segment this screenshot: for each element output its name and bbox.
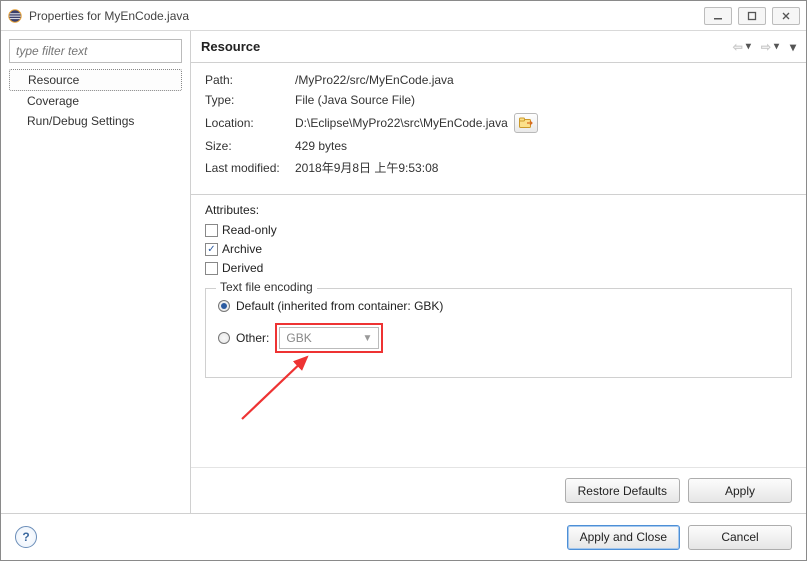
size-value: 429 bytes <box>295 139 347 153</box>
encoding-other-combo[interactable]: GBK ▼ <box>279 327 379 349</box>
show-in-system-explorer-button[interactable] <box>514 113 538 133</box>
back-menu-icon[interactable]: ▾ <box>746 41 751 52</box>
sidebar-item-coverage[interactable]: Coverage <box>9 91 182 111</box>
location-label: Location: <box>205 116 295 130</box>
back-icon[interactable]: ⇦ <box>733 40 743 54</box>
dialog-button-bar: ? Apply and Close Cancel <box>1 514 806 560</box>
attributes-heading: Attributes: <box>205 203 792 217</box>
encoding-default-label: Default (inherited from container: GBK) <box>236 299 443 313</box>
maximize-button[interactable] <box>738 7 766 25</box>
highlight-annotation: GBK ▼ <box>275 323 383 353</box>
view-menu-icon[interactable]: ▾ <box>790 40 796 54</box>
modified-label: Last modified: <box>205 161 295 175</box>
type-value: File (Java Source File) <box>295 93 415 107</box>
encoding-group: Text file encoding Default (inherited fr… <box>205 288 792 378</box>
restore-defaults-button[interactable]: Restore Defaults <box>565 478 680 503</box>
apply-button[interactable]: Apply <box>688 478 792 503</box>
category-tree: Resource Coverage Run/Debug Settings <box>9 69 182 131</box>
forward-icon[interactable]: ⇨ <box>761 40 771 54</box>
apply-and-close-button[interactable]: Apply and Close <box>567 525 680 550</box>
derived-checkbox[interactable] <box>205 262 218 275</box>
help-button[interactable]: ? <box>15 526 37 548</box>
location-value: D:\Eclipse\MyPro22\src\MyEnCode.java <box>295 116 508 130</box>
readonly-label: Read-only <box>222 223 277 237</box>
type-label: Type: <box>205 93 295 107</box>
path-value: /MyPro22/src/MyEnCode.java <box>295 73 454 87</box>
close-button[interactable] <box>772 7 800 25</box>
encoding-legend: Text file encoding <box>216 280 317 294</box>
archive-checkbox[interactable]: ✓ <box>205 243 218 256</box>
filter-input[interactable] <box>9 39 182 63</box>
cancel-button[interactable]: Cancel <box>688 525 792 550</box>
size-label: Size: <box>205 139 295 153</box>
encoding-other-radio[interactable] <box>218 332 230 344</box>
encoding-other-label: Other: <box>236 331 269 345</box>
chevron-down-icon: ▼ <box>362 333 372 344</box>
archive-label: Archive <box>222 242 262 256</box>
content-pane: Resource ⇦ ▾ ⇨ ▾ ▾ Path: /MyPro22/src/My… <box>191 31 806 513</box>
sidebar-item-resource[interactable]: Resource <box>9 69 182 91</box>
window-title: Properties for MyEnCode.java <box>29 9 704 23</box>
sidebar: Resource Coverage Run/Debug Settings <box>1 31 191 513</box>
modified-value: 2018年9月8日 上午9:53:08 <box>295 159 438 176</box>
path-label: Path: <box>205 73 295 87</box>
encoding-default-radio[interactable] <box>218 300 230 312</box>
page-title: Resource <box>201 39 260 54</box>
sidebar-item-rundebug[interactable]: Run/Debug Settings <box>9 111 182 131</box>
annotation-arrow-icon <box>212 349 332 429</box>
encoding-other-value: GBK <box>286 331 311 345</box>
minimize-button[interactable] <box>704 7 732 25</box>
readonly-checkbox[interactable] <box>205 224 218 237</box>
nav-arrows: ⇦ ▾ ⇨ ▾ ▾ <box>733 40 796 54</box>
forward-menu-icon[interactable]: ▾ <box>774 41 779 52</box>
derived-label: Derived <box>222 261 263 275</box>
eclipse-icon <box>7 8 23 24</box>
titlebar: Properties for MyEnCode.java <box>1 1 806 31</box>
